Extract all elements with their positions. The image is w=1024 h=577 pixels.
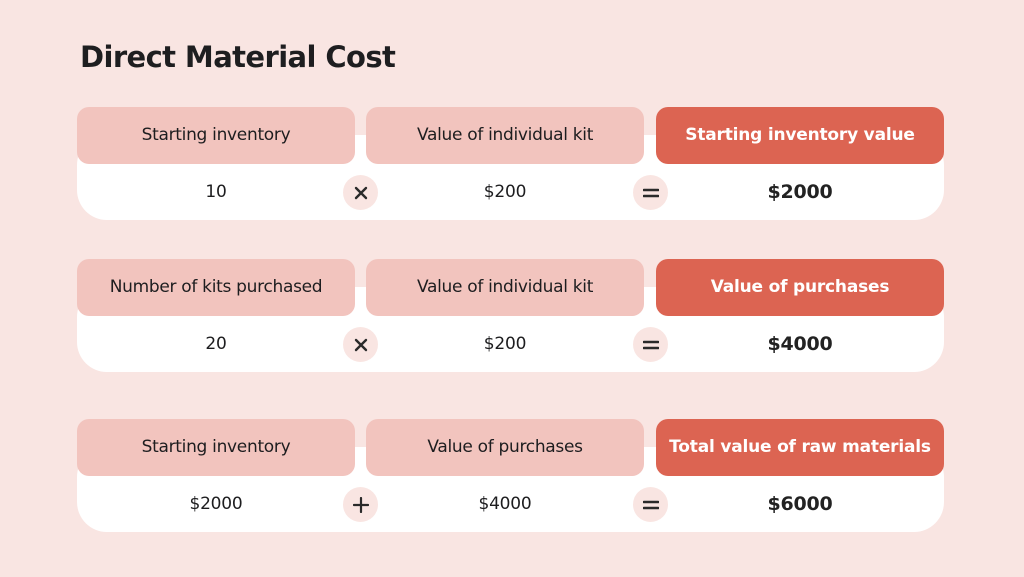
header-operand-a: Number of kits purchased [77, 259, 355, 316]
header-operand-a: Starting inventory [77, 419, 355, 476]
header-operand-b: Value of individual kit [366, 259, 644, 316]
header-operand-b: Value of purchases [366, 419, 644, 476]
header-operand-a: Starting inventory [77, 107, 355, 164]
page-title: Direct Material Cost [80, 40, 396, 74]
equals-icon [633, 175, 668, 210]
header-result: Starting inventory value [656, 107, 944, 164]
value-operand-a: 10 [205, 182, 227, 202]
value-result: $6000 [767, 493, 833, 515]
header-operand-b: Value of individual kit [366, 107, 644, 164]
equation-total-raw-materials: Starting inventory Value of purchases To… [77, 419, 944, 532]
value-result: $4000 [767, 333, 833, 355]
plus-icon [343, 487, 378, 522]
equals-icon [633, 487, 668, 522]
multiply-icon [343, 327, 378, 362]
value-operand-b: $4000 [478, 494, 532, 514]
equation-value-of-purchases: Number of kits purchased Value of indivi… [77, 259, 944, 372]
header-result: Value of purchases [656, 259, 944, 316]
value-operand-b: $200 [483, 334, 527, 354]
value-operand-a: $2000 [189, 494, 243, 514]
multiply-icon [343, 175, 378, 210]
value-operand-b: $200 [483, 182, 527, 202]
equals-icon [633, 327, 668, 362]
value-operand-a: 20 [205, 334, 227, 354]
header-result: Total value of raw materials [656, 419, 944, 476]
equation-starting-inventory-value: Starting inventory Value of individual k… [77, 107, 944, 220]
value-result: $2000 [767, 181, 833, 203]
